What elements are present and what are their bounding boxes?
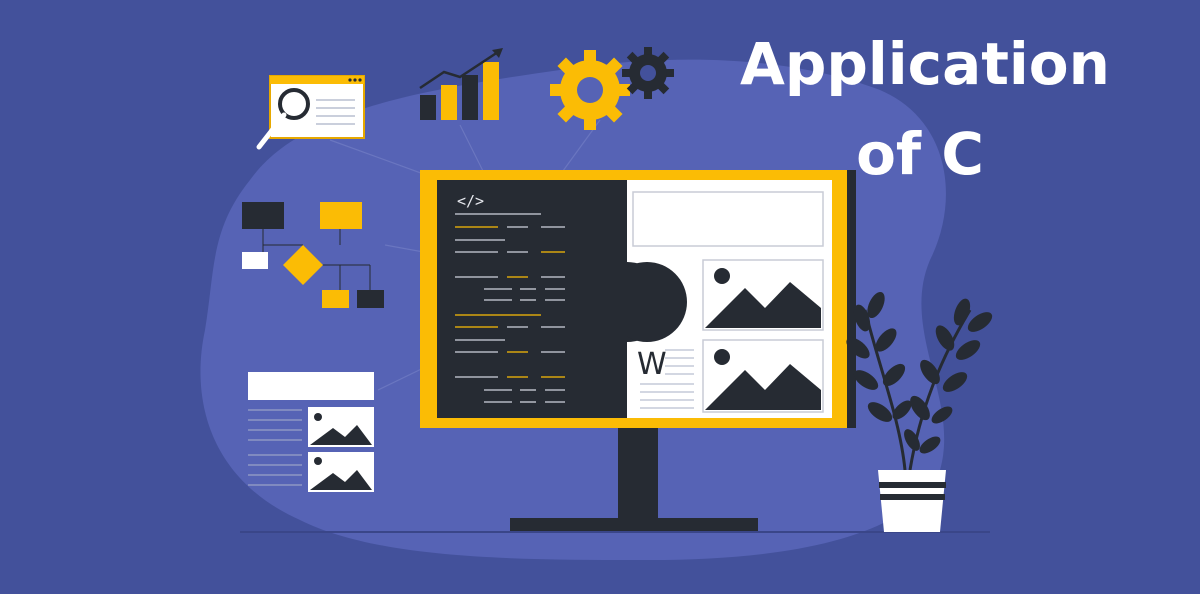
code-editor-panel (437, 180, 627, 418)
title-line-1: Application (740, 30, 1110, 98)
banner: { "title": { "line1": "Application", "li… (0, 0, 1200, 594)
code-tag: </> (457, 192, 484, 210)
title-line-2: of C (856, 120, 984, 188)
doc-letter: W (637, 347, 667, 382)
magnifier-browser-icon (256, 75, 365, 150)
